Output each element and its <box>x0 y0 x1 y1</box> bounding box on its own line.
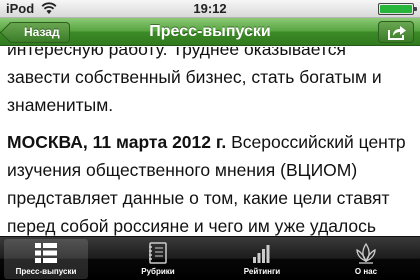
tab-press-releases[interactable]: Пресс-выпуски <box>4 239 88 279</box>
article-content[interactable]: интересную работу. Труднее оказывается з… <box>0 47 420 236</box>
tab-label: Пресс-выпуски <box>15 267 77 276</box>
tab-label: Рубрики <box>141 267 175 276</box>
article-paragraph: МОСКВА, 11 марта 2012 г. Всероссийский ц… <box>7 128 412 236</box>
article-dateline: МОСКВА, 11 марта 2012 г. <box>7 132 227 152</box>
tab-ratings[interactable]: Рейтинги <box>220 239 304 279</box>
article-intro-paragraph: интересную работу. Труднее оказывается з… <box>7 47 382 115</box>
battery-icon <box>378 3 417 15</box>
tab-about[interactable]: О нас <box>324 239 408 279</box>
status-bar: iPod 19:12 <box>0 0 420 18</box>
navigation-bar: Назад Пресс-выпуски <box>0 18 420 46</box>
page-title: Пресс-выпуски <box>149 23 271 40</box>
notebook-icon <box>116 242 200 264</box>
share-button[interactable] <box>378 21 414 43</box>
tab-bar: Пресс-выпуски Рубрики Рейтинги О нас <box>0 236 420 280</box>
tab-rubrics[interactable]: Рубрики <box>116 239 200 279</box>
bar-chart-icon <box>220 242 304 264</box>
lotus-logo-icon <box>324 242 408 264</box>
share-icon <box>388 26 406 40</box>
list-icon <box>4 242 88 264</box>
tab-label: Рейтинги <box>243 267 281 276</box>
battery-level-fill <box>380 5 412 13</box>
tab-label: О нас <box>354 267 378 276</box>
status-time: 19:12 <box>193 1 227 16</box>
